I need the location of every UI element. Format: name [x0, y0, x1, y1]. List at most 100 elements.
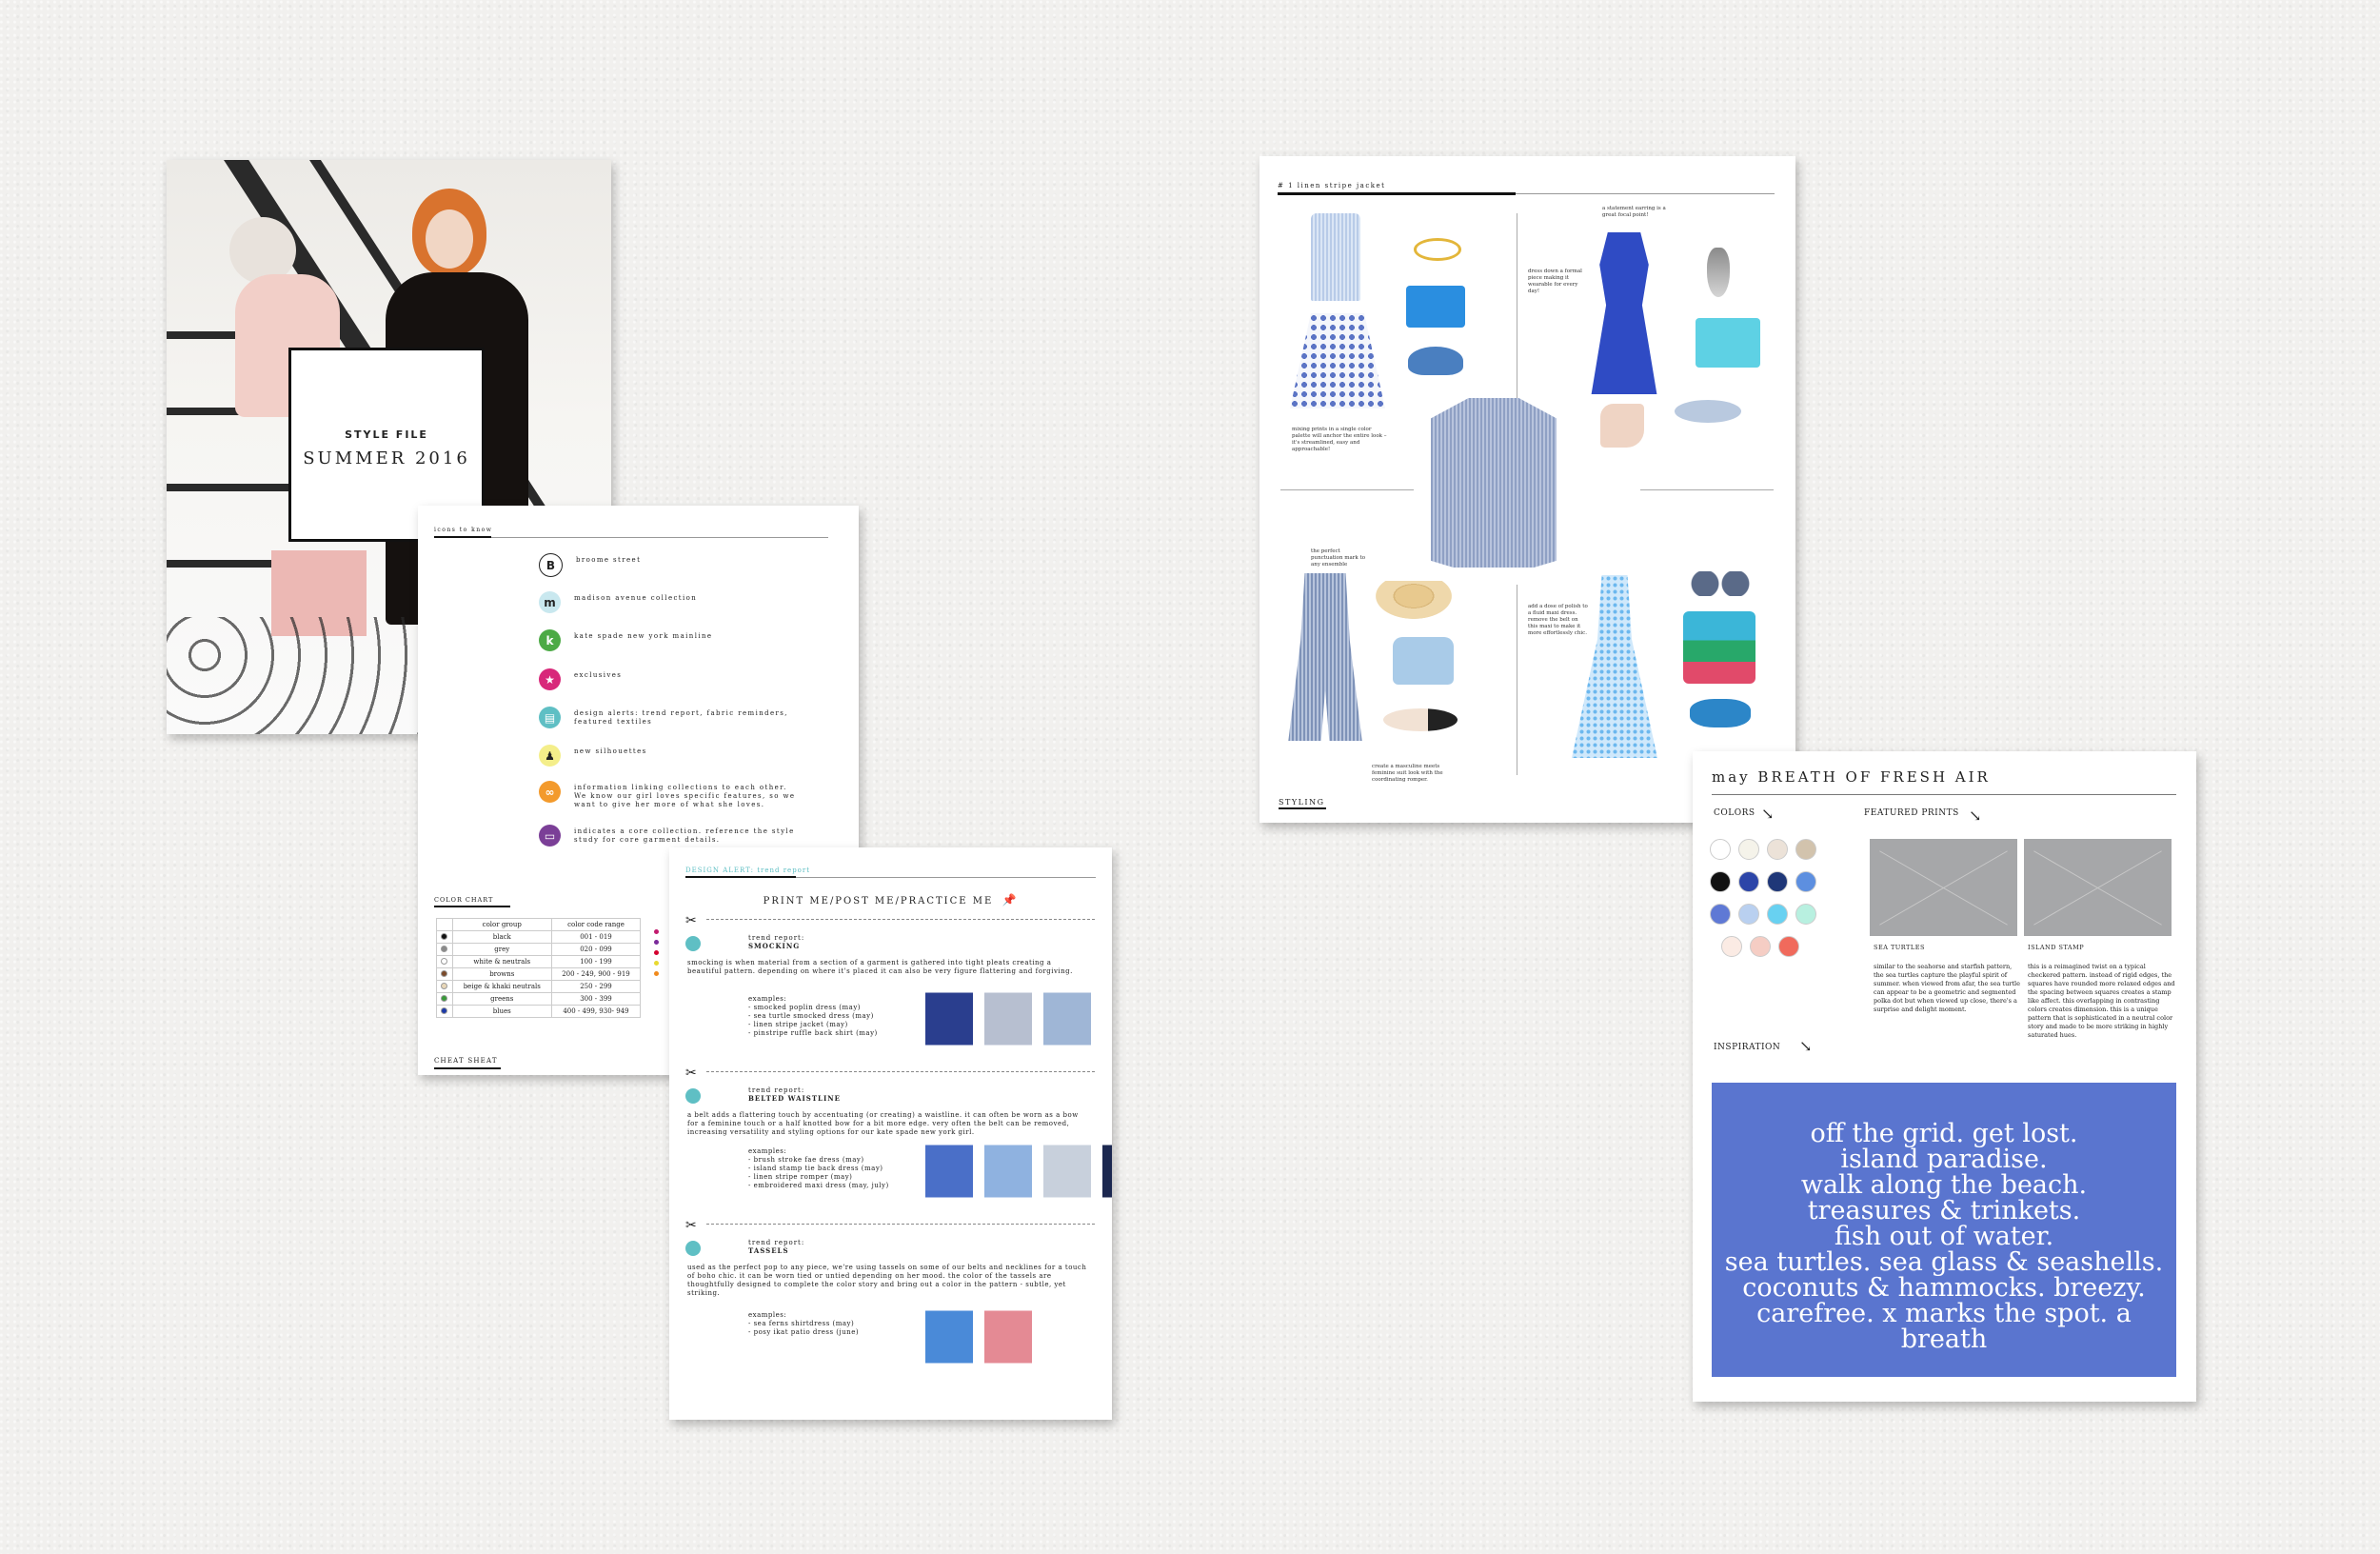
icon-legend-text: madison avenue collection — [574, 594, 698, 602]
island-stamp-description: this is a reimagined twist on a typical … — [2028, 963, 2175, 1039]
curved-arrow-icon: ↘ — [1969, 807, 1982, 825]
color-range-cell: 100 - 199 — [550, 955, 642, 968]
styling-footer-rule — [1279, 807, 1326, 809]
color-chart-row: black 001 - 019 — [436, 930, 642, 944]
color-group-header: color group — [451, 918, 552, 931]
blue-sandals-image — [1408, 347, 1463, 375]
trend-report-section: ✂ trend report: SMOCKING smocking is when m… — [685, 913, 1095, 1062]
design-alert-kicker: DESIGN ALERT: trend report — [685, 867, 811, 874]
color-swatch — [1795, 871, 1816, 892]
icon-legend-row: m madison avenue collection — [539, 591, 697, 613]
garment-thumbnail — [984, 1140, 1032, 1203]
inspiration-line: carefree. x marks the spot. a breath — [1756, 1299, 2132, 1354]
design-alert-icon — [685, 936, 701, 951]
trend-body: a belt adds a flattering touch by accent… — [687, 1111, 1079, 1136]
may-theme: BREATH OF FRESH AIR — [1757, 768, 1991, 786]
trend-name: TASSELS — [748, 1246, 789, 1255]
color-chart-table: color group color code range black 001 - … — [436, 918, 642, 1018]
trend-examples: examples: - sea ferns shirtdress (may) -… — [748, 1311, 860, 1336]
trend-label: trend report: — [748, 1086, 805, 1094]
color-chart-row: browns 200 - 249, 900 - 919 — [436, 967, 642, 981]
icon-legend-row: ∞ information linking collections to each… — [539, 781, 803, 809]
cheat-sheet-footer: CHEAT SHEAT — [434, 1057, 498, 1065]
color-swatch — [1710, 839, 1731, 860]
color-dot — [441, 994, 448, 1002]
color-swatch — [1778, 936, 1799, 957]
color-dot — [441, 982, 448, 989]
may-concept-sheet: may BREATH OF FRESH AIR COLORS ↘ FEATURE… — [1693, 751, 2196, 1402]
icon-legend-row: k kate spade new york mainline — [539, 629, 712, 651]
trend-body: smocking is when material from a section… — [687, 959, 1073, 975]
blue-clutch-image — [1406, 286, 1465, 328]
may-month: may — [1712, 768, 1751, 786]
header-rule — [491, 537, 828, 538]
inspiration-label: INSPIRATION — [1714, 1043, 1781, 1052]
curved-arrow-icon: ↘ — [1761, 805, 1775, 823]
icon-legend-text: kate spade new york mainline — [574, 632, 713, 640]
icon-legend-row: Bbroome street — [539, 553, 641, 577]
icon-legend-row: ♟ new silhouettes — [539, 745, 647, 767]
cut-line — [706, 1224, 1095, 1225]
letter-k-icon: k — [539, 629, 561, 651]
color-group-cell: black — [451, 930, 552, 944]
color-group-cell: beige & khaki neutrals — [451, 980, 552, 993]
icon-legend-row: ★ exclusives — [539, 668, 622, 690]
color-chart-row: greens 300 - 399 — [436, 992, 642, 1006]
color-swatch — [1795, 839, 1816, 860]
color-dot — [654, 961, 659, 966]
garment-thumbnail — [1043, 987, 1091, 1050]
styling-header-rule-thick — [1278, 192, 1516, 195]
garment-thumbnail — [984, 987, 1032, 1050]
inspiration-line: fish out of water. — [1834, 1222, 2054, 1251]
featured-prints-label: FEATURED PRINTS — [1864, 808, 1959, 818]
curved-arrow-icon: ↘ — [1799, 1037, 1813, 1055]
color-chart-row: blues 400 - 499, 930- 949 — [436, 1005, 642, 1018]
icon-legend-row: ▤ design alerts: trend report, fabric rem… — [539, 707, 803, 728]
trend-label: trend report: — [748, 1239, 805, 1246]
color-swatch — [1795, 904, 1816, 925]
inspiration-line: treasures & trinkets. — [1807, 1196, 2081, 1225]
color-dot — [441, 1006, 448, 1014]
inspiration-line: coconuts & hammocks. breezy. — [1742, 1273, 2146, 1303]
color-dot — [441, 932, 448, 940]
garment-thumbnail — [1102, 1140, 1112, 1203]
color-group-cell: blues — [451, 1005, 552, 1018]
color-dot — [654, 950, 659, 955]
trend-examples: examples: - brush stroke fae dress (may)… — [748, 1147, 889, 1189]
trend-label: trend report: — [748, 934, 805, 942]
color-group-cell: white & neutrals — [451, 955, 552, 968]
light-blue-bag-image — [1393, 637, 1454, 685]
color-range-cell: 300 - 399 — [550, 992, 642, 1006]
styling-note-statement-earring: a statement earring is a great focal poi… — [1602, 206, 1666, 218]
trend-body: used as the perfect pop to any piece, we… — [687, 1264, 1087, 1297]
color-range-cell: 200 - 249, 900 - 919 — [550, 967, 642, 981]
icon-legend-row: ▭ indicates a core collection. reference … — [539, 825, 803, 847]
inspiration-line: island paradise. — [1840, 1145, 2048, 1174]
color-range-cell: 250 - 299 — [550, 980, 642, 993]
kicker-rule — [796, 877, 1096, 878]
inspiration-line: sea turtles. sea glass & seashells. — [1724, 1247, 2164, 1277]
design-alert-icon — [685, 1088, 701, 1104]
link-icon: ∞ — [539, 781, 561, 803]
kicker-rule-thick — [685, 876, 796, 878]
icons-header: icons to know — [434, 527, 493, 533]
color-swatch — [1710, 904, 1731, 925]
design-alert-sheet: DESIGN ALERT: trend report PRINT ME/POST… — [669, 847, 1112, 1420]
trend-name: BELTED WAISTLINE — [748, 1094, 841, 1103]
garment-thumbnail — [925, 1140, 973, 1203]
statement-earrings-image — [1707, 248, 1730, 297]
inspiration-line: off the grid. get lost. — [1810, 1119, 2078, 1148]
color-chart-rule — [434, 906, 510, 907]
header-rule-thick — [434, 536, 491, 538]
color-group-cell: browns — [451, 967, 552, 981]
color-swatch — [1738, 871, 1759, 892]
island-stamp-print-image — [2024, 839, 2172, 936]
island-stamp-name: ISLAND STAMP — [2028, 944, 2085, 951]
styling-header: # 1 linen stripe jacket — [1278, 182, 1386, 189]
print-sheet-title-text: PRINT ME/POST ME/PRACTICE ME — [763, 896, 994, 906]
color-swatch — [1767, 839, 1788, 860]
pushpin-icon: 📌 — [1002, 893, 1019, 906]
styling-footer: STYLING — [1279, 798, 1325, 807]
cut-line — [706, 1071, 1095, 1072]
blue-slides-image — [1690, 699, 1751, 727]
